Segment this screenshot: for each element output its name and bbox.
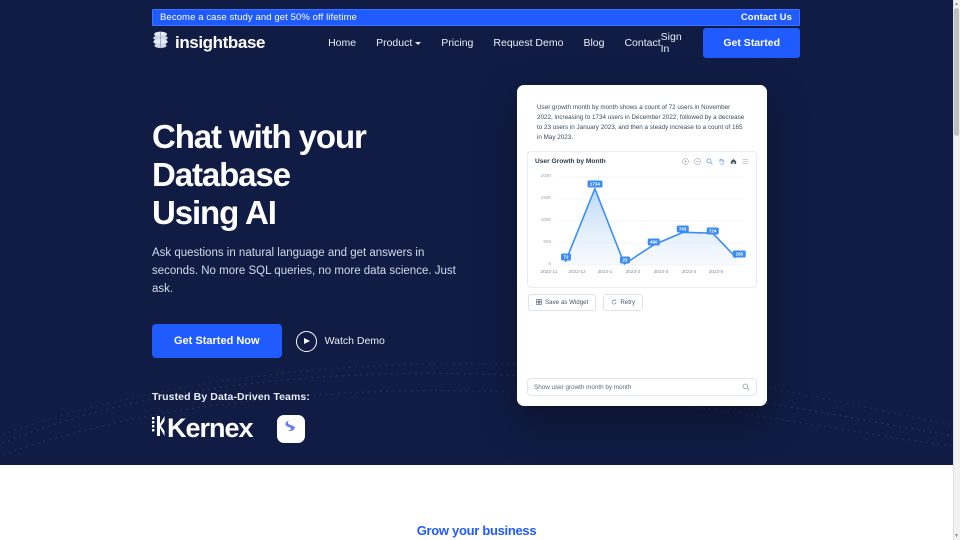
chevron-down-icon: [415, 42, 421, 45]
watch-demo-label: Watch Demo: [325, 335, 385, 347]
x-tick-3: 2023-2: [618, 269, 648, 274]
data-label-4: 743: [676, 226, 689, 233]
question-search-bar[interactable]: Show user growth month by month: [527, 378, 757, 396]
retry-label: Retry: [620, 299, 635, 306]
nav-link-blog[interactable]: Blog: [583, 37, 604, 49]
kernex-wordmark: Kernex: [167, 413, 253, 444]
page-title: Chat with your Database Using AI: [152, 118, 482, 232]
client-logos: Kernex: [152, 413, 482, 444]
nav-link-blog-label: Blog: [583, 37, 604, 49]
data-label-3: 460: [648, 238, 661, 245]
nav-link-pricing[interactable]: Pricing: [441, 37, 473, 49]
widget-icon: [536, 299, 542, 307]
brand-name: insightbase: [175, 33, 265, 53]
next-section: Grow your business: [0, 465, 953, 540]
nav-link-contact-label: Contact: [624, 37, 660, 49]
announcement-contact-link[interactable]: Contact Us: [741, 12, 792, 23]
chart-title: User Growth by Month: [535, 158, 606, 165]
data-label-6: 165: [733, 251, 746, 258]
nav-link-product[interactable]: Product: [376, 37, 421, 49]
brand-logo[interactable]: insightbase: [152, 31, 265, 55]
answer-panel: User growth month by month shows a count…: [527, 95, 757, 149]
nav-link-home[interactable]: Home: [328, 37, 356, 49]
get-started-button[interactable]: Get Started: [703, 28, 800, 58]
nav-link-home-label: Home: [328, 37, 356, 49]
retry-button[interactable]: Retry: [603, 294, 643, 311]
get-started-now-button[interactable]: Get Started Now: [152, 324, 282, 358]
data-label-2: 23: [620, 256, 630, 263]
x-tick-0: 2022-11: [534, 269, 564, 274]
s-swirl-icon: [282, 417, 300, 440]
scrollbar-down-arrow[interactable]: ▼: [954, 533, 959, 539]
y-tick-1500: 1500: [535, 195, 551, 200]
announcement-banner[interactable]: Become a case study and get 50% off life…: [152, 9, 800, 26]
announcement-text: Become a case study and get 50% off life…: [160, 12, 357, 23]
save-as-widget-button[interactable]: Save as Widget: [528, 294, 596, 311]
section-title-grow: Grow your business: [0, 523, 953, 538]
y-tick-500: 500: [535, 239, 551, 244]
chat-result-card: User growth month by month shows a count…: [517, 85, 767, 406]
chart-panel: User Growth by Month: [527, 151, 757, 288]
sign-in-link[interactable]: Sign In: [661, 31, 690, 55]
data-label-1: 1734: [587, 180, 602, 187]
nav-links: Home Product Pricing Request Demo Blog C…: [328, 37, 661, 49]
nav-link-request-demo-label: Request Demo: [493, 37, 563, 49]
y-tick-0: 0: [535, 261, 551, 266]
y-tick-1000: 1000: [535, 217, 551, 222]
page-scrollbar[interactable]: ▲ ▼: [953, 0, 960, 540]
user-growth-chart: 2000 1500 1000 500 0 2022-11 2022-12 202…: [535, 169, 749, 281]
x-tick-4: 2023-3: [646, 269, 676, 274]
trusted-by-label: Trusted By Data-Driven Teams:: [152, 391, 482, 403]
hero-content: Chat with your Database Using AI Ask que…: [152, 118, 482, 444]
chart-svg: [535, 169, 749, 281]
play-icon: [296, 331, 317, 352]
scrollbar-thumb[interactable]: [954, 8, 959, 136]
home-icon[interactable]: [730, 158, 737, 165]
main-navigation: insightbase Home Product Pricing Request…: [152, 28, 800, 58]
data-label-5: 724: [706, 227, 719, 234]
hero-cta-row: Get Started Now Watch Demo: [152, 324, 482, 358]
k-bracket-icon: [152, 415, 165, 442]
s-tile-logo: [277, 415, 305, 443]
menu-icon[interactable]: [742, 158, 749, 165]
refresh-icon: [611, 299, 617, 307]
answer-text: User growth month by month shows a count…: [527, 95, 757, 149]
hero-section: Become a case study and get 50% off life…: [0, 0, 953, 465]
chart-header: User Growth by Month: [535, 158, 749, 165]
x-tick-5: 2023-4: [674, 269, 704, 274]
database-stack-icon: [152, 31, 169, 55]
search-icon[interactable]: [742, 378, 750, 396]
nav-right-actions: Sign In Get Started: [661, 28, 800, 58]
hero-subheading: Ask questions in natural language and ge…: [152, 244, 470, 298]
data-label-0: 72: [561, 254, 571, 261]
nav-link-product-label: Product: [376, 37, 412, 49]
pan-icon[interactable]: [718, 158, 725, 165]
x-tick-2: 2023-1: [590, 269, 620, 274]
card-action-row: Save as Widget Retry: [527, 294, 757, 311]
nav-link-pricing-label: Pricing: [441, 37, 473, 49]
zoom-in-icon[interactable]: [682, 158, 689, 165]
x-tick-1: 2022-12: [562, 269, 592, 274]
search-zoom-icon[interactable]: [706, 158, 713, 165]
x-tick-6: 2023-5: [701, 269, 731, 274]
zoom-out-icon[interactable]: [694, 158, 701, 165]
search-input[interactable]: Show user growth month by month: [534, 384, 631, 391]
hero-heading-line-1: Chat with your Database: [152, 118, 482, 194]
kernex-logo: Kernex: [152, 413, 253, 444]
hero-heading-line-2: Using AI: [152, 194, 482, 232]
chart-toolbar: [682, 158, 749, 165]
nav-link-contact[interactable]: Contact: [624, 37, 660, 49]
save-as-widget-label: Save as Widget: [545, 299, 588, 306]
nav-link-request-demo[interactable]: Request Demo: [493, 37, 563, 49]
page-root: Become a case study and get 50% off life…: [0, 0, 960, 540]
y-tick-2000: 2000: [535, 173, 551, 178]
watch-demo-button[interactable]: Watch Demo: [296, 331, 385, 352]
scrollbar-up-arrow[interactable]: ▲: [954, 1, 959, 7]
